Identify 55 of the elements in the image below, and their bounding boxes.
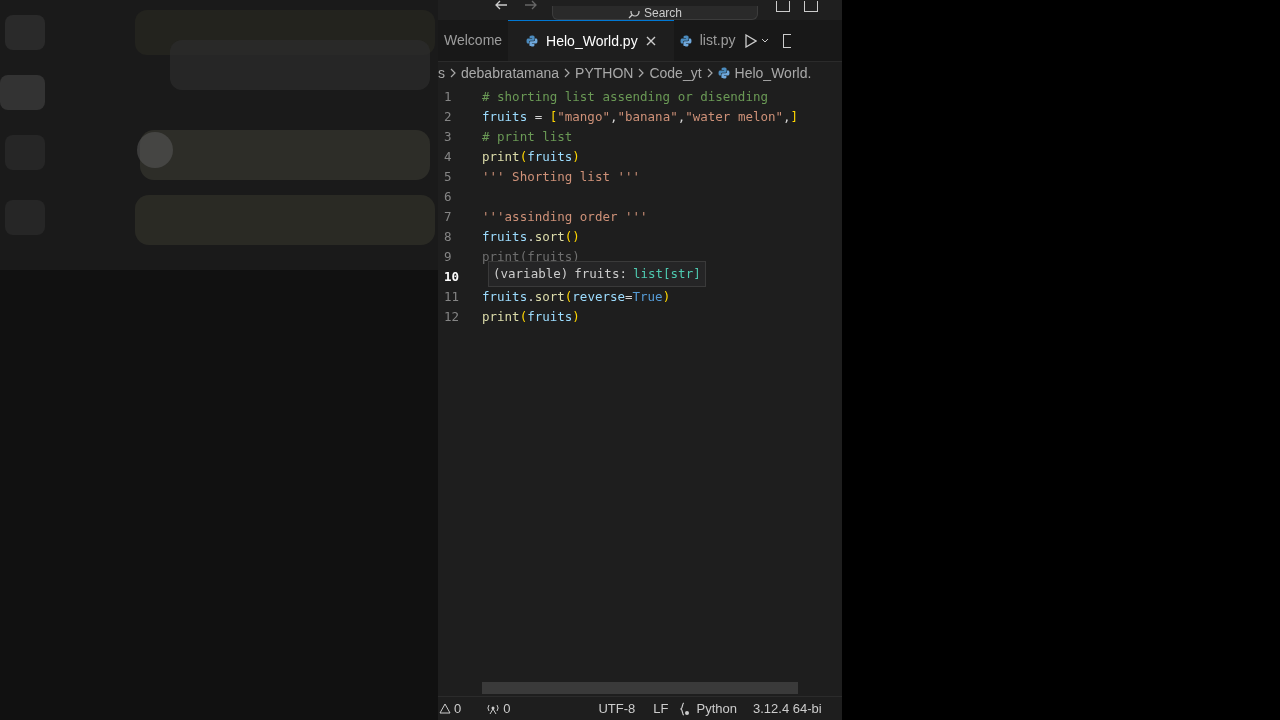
- chevron-right-icon: [638, 68, 645, 78]
- line-number: 4: [443, 147, 453, 166]
- line-number: 12: [443, 307, 461, 326]
- horizontal-scrollbar[interactable]: [482, 682, 798, 694]
- close-icon[interactable]: [645, 36, 656, 46]
- interpreter-label[interactable]: 3.12.4 64-bi: [752, 698, 822, 719]
- line-number: 2: [443, 107, 453, 126]
- chevron-right-icon: [706, 68, 713, 78]
- line-number: 9: [443, 247, 453, 266]
- braces-icon: [680, 701, 691, 716]
- editor-tab[interactable]: Helo_World.py: [508, 20, 674, 61]
- editor-tab[interactable]: Welcome: [438, 20, 509, 61]
- language-label[interactable]: Python: [696, 698, 737, 719]
- split-editor-icon[interactable]: [783, 33, 792, 48]
- editor-tab[interactable]: list.py: [673, 20, 742, 61]
- ports-count[interactable]: 0: [503, 698, 511, 719]
- breadcrumb-item[interactable]: s: [438, 62, 445, 84]
- code-line: fruits.sort(reverse=True): [482, 287, 671, 306]
- encoding-label[interactable]: UTF-8: [598, 698, 636, 719]
- line-number: 7: [443, 207, 453, 226]
- warning-icon: [439, 703, 451, 714]
- breadcrumb-item[interactable]: PYTHON: [575, 62, 634, 84]
- line-number: 10: [443, 267, 461, 286]
- line-number: 11: [443, 287, 461, 306]
- breadcrumb-item[interactable]: debabratamana: [461, 62, 560, 84]
- hover-tooltip: (variable) fruits: list[str]: [488, 261, 706, 287]
- code-line: ''' Shorting list ''': [482, 167, 641, 186]
- code-line: # print list: [482, 127, 573, 146]
- search-field[interactable]: Search: [552, 6, 758, 20]
- code-line: print(fruits): [482, 147, 580, 166]
- run-icon[interactable]: [745, 33, 758, 48]
- code-line: '''assinding order ''': [482, 207, 648, 226]
- chevron-down-icon[interactable]: [761, 37, 770, 44]
- warning-count[interactable]: 0: [454, 698, 462, 719]
- breadcrumb-item[interactable]: Helo_World.: [734, 62, 812, 84]
- line-number: 1: [443, 87, 453, 106]
- breadcrumb-item[interactable]: Code_yt: [649, 62, 702, 84]
- line-number: 5: [443, 167, 453, 186]
- search-label: Search: [644, 7, 682, 19]
- python-icon: [717, 67, 730, 79]
- forward-arrow-icon[interactable]: [524, 0, 538, 10]
- chevron-right-icon: [564, 68, 571, 78]
- layout-icon[interactable]: [804, 1, 818, 12]
- line-number: 6: [443, 187, 453, 206]
- line-ending-label[interactable]: LF: [653, 698, 669, 719]
- broadcast-icon: [487, 702, 500, 715]
- code-line: print(fruits): [482, 307, 580, 326]
- code-line: # shorting list assending or disending: [482, 87, 768, 106]
- line-number: 3: [443, 127, 453, 146]
- code-line: fruits.sort(): [482, 227, 580, 246]
- back-arrow-icon[interactable]: [494, 0, 508, 10]
- chevron-right-icon: [450, 68, 456, 78]
- code-line: fruits = ["mango","banana","water melon",]: [482, 107, 799, 126]
- line-number: 8: [443, 227, 453, 246]
- layout-icon[interactable]: [776, 1, 790, 12]
